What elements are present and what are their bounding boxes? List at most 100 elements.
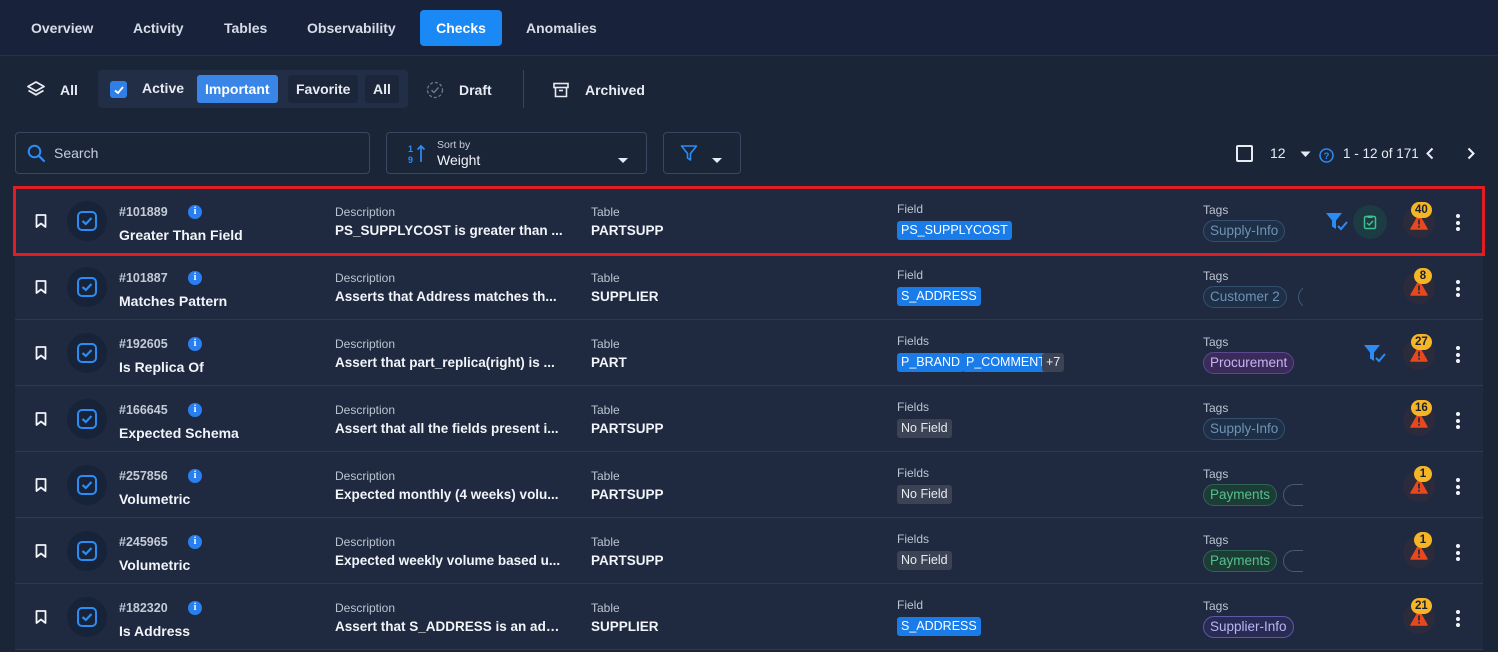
check-type-icon xyxy=(67,201,107,241)
check-description: Assert that part_replica(right) is ... xyxy=(335,355,555,370)
filter-draft[interactable]: Draft xyxy=(426,68,492,112)
tab-anomalies[interactable]: Anomalies xyxy=(515,10,608,46)
more-options-icon[interactable] xyxy=(1456,412,1460,432)
check-table[interactable]: PART xyxy=(591,355,627,370)
info-icon[interactable]: i xyxy=(188,205,202,219)
check-id: #101887 xyxy=(119,271,168,285)
filter-button[interactable] xyxy=(663,132,741,174)
tag-chip[interactable]: Supplier-Info xyxy=(1203,616,1294,638)
filter-active-all[interactable]: All xyxy=(365,75,399,103)
tag-chip[interactable]: Payments xyxy=(1203,484,1278,506)
more-options-icon[interactable] xyxy=(1456,214,1460,234)
table-row[interactable]: #257856 i Volumetric Description Expecte… xyxy=(15,452,1483,518)
page-size-value: 12 xyxy=(1270,145,1286,161)
anomaly-count-badge: 21 xyxy=(1411,598,1432,614)
check-description: PS_SUPPLYCOST is greater than ... xyxy=(335,223,563,238)
check-name[interactable]: Is Replica Of xyxy=(119,359,204,375)
info-icon[interactable]: i xyxy=(188,403,202,417)
table-row[interactable]: #166645 i Expected Schema Description As… xyxy=(15,386,1483,452)
tab-activity[interactable]: Activity xyxy=(122,10,195,46)
check-name[interactable]: Greater Than Field xyxy=(119,227,243,243)
description-label: Description xyxy=(335,337,396,351)
info-icon[interactable]: i xyxy=(188,271,202,285)
search-input[interactable]: Search xyxy=(15,132,370,174)
tag-chip[interactable]: Procurement xyxy=(1203,352,1295,374)
chevron-left-icon[interactable] xyxy=(1425,147,1435,165)
filter-active-icon xyxy=(1325,212,1349,237)
check-name[interactable]: Volumetric xyxy=(119,491,190,507)
table-row[interactable]: #101889 i Greater Than Field Description… xyxy=(13,186,1485,256)
chevron-down-icon xyxy=(617,151,629,169)
table-row[interactable]: #192605 i Is Replica Of Description Asse… xyxy=(15,320,1483,386)
tab-observability[interactable]: Observability xyxy=(296,10,407,46)
more-options-icon[interactable] xyxy=(1456,610,1460,630)
page-size-select[interactable]: 12 xyxy=(1270,132,1311,174)
svg-text:9: 9 xyxy=(408,155,413,165)
chevron-right-icon[interactable] xyxy=(1466,147,1476,165)
tag-chip[interactable]: Supply-Info xyxy=(1203,220,1286,242)
more-options-icon[interactable] xyxy=(1456,478,1460,498)
tag-chip-overflow[interactable] xyxy=(1298,286,1303,308)
check-table[interactable]: PARTSUPP xyxy=(591,223,664,238)
check-name[interactable]: Is Address xyxy=(119,623,190,639)
table-row[interactable]: #182320 i Is Address Description Assert … xyxy=(15,584,1483,650)
funnel-icon xyxy=(680,144,698,167)
info-icon[interactable]: i xyxy=(188,601,202,615)
active-checkbox[interactable] xyxy=(110,81,127,98)
bookmark-icon[interactable] xyxy=(35,610,47,629)
bookmark-icon[interactable] xyxy=(35,280,47,299)
tab-tables[interactable]: Tables xyxy=(213,10,278,46)
check-table[interactable]: PARTSUPP xyxy=(591,553,664,568)
active-label[interactable]: Active xyxy=(142,80,184,96)
filter-all[interactable]: All xyxy=(26,68,78,112)
info-icon[interactable]: i xyxy=(188,535,202,549)
sort-select[interactable]: 19 Sort by Weight xyxy=(386,132,647,174)
select-all-checkbox[interactable] xyxy=(1236,145,1253,162)
validated-icon[interactable] xyxy=(1353,205,1387,239)
bookmark-icon[interactable] xyxy=(35,412,47,431)
tag-chip-overflow[interactable] xyxy=(1283,550,1303,572)
bookmark-icon[interactable] xyxy=(35,214,47,233)
table-label: Table xyxy=(591,337,620,351)
info-icon[interactable]: i xyxy=(188,469,202,483)
sort-icon: 19 xyxy=(407,143,427,170)
check-name[interactable]: Expected Schema xyxy=(119,425,239,441)
more-options-icon[interactable] xyxy=(1456,346,1460,366)
check-table[interactable]: PARTSUPP xyxy=(591,487,664,502)
table-label: Table xyxy=(591,535,620,549)
bookmark-icon[interactable] xyxy=(35,478,47,497)
check-table[interactable]: SUPPLIER xyxy=(591,619,659,634)
table-row[interactable]: #245965 i Volumetric Description Expecte… xyxy=(15,518,1483,584)
bookmark-icon[interactable] xyxy=(35,346,47,365)
tag-chip[interactable]: Payments xyxy=(1203,550,1278,572)
filter-favorite[interactable]: Favorite xyxy=(288,75,359,103)
help-icon[interactable]: ? xyxy=(1319,148,1334,168)
tag-chip[interactable]: Customer 2 xyxy=(1203,286,1287,308)
more-options-icon[interactable] xyxy=(1456,544,1460,564)
more-fields-chip[interactable]: +7 xyxy=(1042,353,1065,372)
tags-container: Procurement xyxy=(1203,320,1303,386)
anomaly-count-badge: 1 xyxy=(1414,466,1432,482)
tag-chip[interactable]: Supply-Info xyxy=(1203,418,1286,440)
bookmark-icon[interactable] xyxy=(35,544,47,563)
check-table[interactable]: PARTSUPP xyxy=(591,421,664,436)
anomaly-count-badge: 27 xyxy=(1411,334,1432,350)
check-name[interactable]: Matches Pattern xyxy=(119,293,227,309)
tab-checks[interactable]: Checks xyxy=(420,10,502,46)
filter-archived[interactable]: Archived xyxy=(552,68,645,112)
tag-chip-overflow[interactable] xyxy=(1283,484,1303,506)
info-icon[interactable]: i xyxy=(188,337,202,351)
check-name[interactable]: Volumetric xyxy=(119,557,190,573)
filter-divider xyxy=(523,70,524,108)
description-label: Description xyxy=(335,601,396,615)
table-row[interactable]: #101887 i Matches Pattern Description As… xyxy=(15,254,1483,320)
field-label: Fields xyxy=(897,466,930,480)
svg-text:1: 1 xyxy=(408,144,413,154)
tab-overview[interactable]: Overview xyxy=(20,10,104,46)
sort-value: Weight xyxy=(437,152,481,168)
check-table[interactable]: SUPPLIER xyxy=(591,289,659,304)
tags-container: Customer 2 xyxy=(1203,254,1303,320)
filter-important[interactable]: Important xyxy=(197,75,278,103)
tags-container: Supply-Info xyxy=(1203,386,1303,452)
more-options-icon[interactable] xyxy=(1456,280,1460,300)
